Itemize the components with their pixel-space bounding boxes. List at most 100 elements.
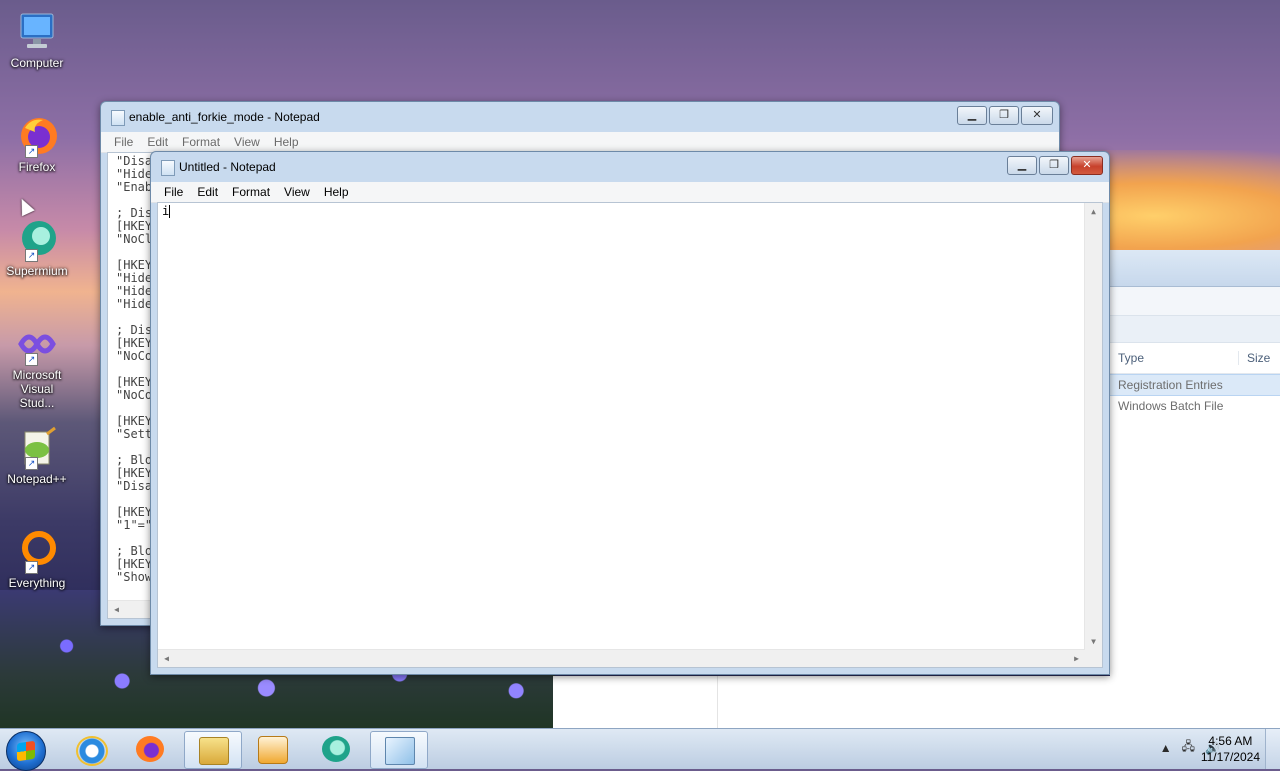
desktop-icon-label: Supermium xyxy=(6,264,68,278)
explorer-window-fragment: Type Size Registration Entries Windows B… xyxy=(1110,250,1280,728)
minimize-button[interactable]: ▁ xyxy=(1007,156,1037,175)
notepad-icon xyxy=(111,110,125,126)
desktop-icon-label: Everything xyxy=(8,576,66,590)
taskbar-firefox[interactable] xyxy=(122,731,178,767)
desktop-icon-notepadpp[interactable]: ↗ Notepad++ xyxy=(2,426,72,486)
start-button[interactable] xyxy=(6,731,46,771)
scroll-right-icon[interactable]: ▶ xyxy=(1068,650,1085,667)
desktop-icon-label: Firefox xyxy=(18,160,56,174)
editor-line: "NoCl xyxy=(116,232,153,246)
explorer-address-bar[interactable] xyxy=(1110,250,1280,287)
editor-text: "Disa "Hide "Enab; Dis [HKEY "NoCl [HKEY "Hide… xyxy=(108,153,152,584)
show-hidden-icons-icon[interactable]: ▲ xyxy=(1160,741,1172,755)
desktop-icon-everything[interactable]: ↗ Everything xyxy=(2,530,72,590)
menu-format[interactable]: Format xyxy=(225,182,277,202)
horizontal-scrollbar[interactable]: ◀ ▶ xyxy=(158,649,1085,667)
show-desktop-button[interactable] xyxy=(1265,729,1280,769)
menu-help[interactable]: Help xyxy=(267,132,306,152)
explorer-lower-pane xyxy=(553,676,1280,728)
editor-line: "1"=" xyxy=(116,518,153,532)
menu-format[interactable]: Format xyxy=(175,132,227,152)
column-header-size[interactable]: Size xyxy=(1239,351,1270,365)
window-title: Untitled - Notepad xyxy=(179,160,276,174)
column-header-type[interactable]: Type xyxy=(1110,351,1239,365)
menu-view[interactable]: View xyxy=(227,132,267,152)
shortcut-arrow-icon: ↗ xyxy=(25,457,38,470)
file-explorer-icon xyxy=(199,737,229,765)
editor-text: i xyxy=(162,204,170,218)
menu-bar: File Edit Format View Help xyxy=(101,132,1059,153)
desktop-icon-computer[interactable]: Computer xyxy=(2,10,72,70)
notepad-icon xyxy=(161,160,175,176)
window-titlebar[interactable]: Untitled - Notepad ▁ ❐ ✕ xyxy=(151,152,1109,182)
minimize-button[interactable]: ▁ xyxy=(957,106,987,125)
editor-line: "NoCo xyxy=(116,349,153,363)
file-row[interactable]: Windows Batch File xyxy=(1110,396,1280,416)
notepadpp-icon: ↗ xyxy=(15,426,59,470)
scroll-down-icon[interactable]: ▼ xyxy=(1085,633,1102,650)
menu-bar: File Edit Format View Help xyxy=(151,182,1109,203)
desktop-icon-label: Computer xyxy=(10,56,64,70)
supermium-icon xyxy=(322,736,350,762)
close-button[interactable]: ✕ xyxy=(1071,156,1103,175)
vertical-scrollbar[interactable]: ▲ ▼ xyxy=(1084,203,1102,650)
editor-line: "NoCo xyxy=(116,388,153,402)
editor-line: "Hide xyxy=(116,297,153,311)
visual-studio-icon: ↗ xyxy=(15,322,59,366)
menu-file[interactable]: File xyxy=(107,132,140,152)
text-editor[interactable]: i ▲ ▼ ◀ ▶ xyxy=(157,202,1103,668)
menu-help[interactable]: Help xyxy=(317,182,356,202)
editor-line: "Enab xyxy=(116,180,153,194)
network-icon[interactable]: 🖧 xyxy=(1182,737,1195,758)
text-caret xyxy=(169,205,171,218)
clock-time: 4:56 AM xyxy=(1208,734,1253,748)
firefox-icon: ↗ xyxy=(15,114,59,158)
editor-line: "Show xyxy=(116,570,153,584)
everything-icon: ↗ xyxy=(15,530,59,574)
supermium-icon: ↗ xyxy=(15,218,59,262)
computer-icon xyxy=(15,10,59,54)
window-title: enable_anti_forkie_mode - Notepad xyxy=(129,110,320,124)
shortcut-arrow-icon: ↗ xyxy=(25,145,38,158)
desktop-icon-visual-studio[interactable]: ↗ Microsoft Visual Stud... xyxy=(2,322,72,410)
media-player-icon xyxy=(258,736,288,764)
menu-edit[interactable]: Edit xyxy=(190,182,225,202)
close-button[interactable]: ✕ xyxy=(1021,106,1053,125)
explorer-toolbar xyxy=(1110,287,1280,316)
restore-button[interactable]: ❐ xyxy=(989,106,1019,125)
file-row[interactable]: Registration Entries xyxy=(1110,374,1280,396)
taskbar-media-player[interactable] xyxy=(244,731,300,767)
desktop-icon-label: Microsoft Visual Stud... xyxy=(12,368,62,410)
clock-date: 11/17/2024 xyxy=(1200,750,1260,764)
windows-logo-icon xyxy=(17,740,35,762)
window-titlebar[interactable]: enable_anti_forkie_mode - Notepad ▁ ❐ ✕ xyxy=(101,102,1059,132)
menu-edit[interactable]: Edit xyxy=(140,132,175,152)
desktop-icon-supermium[interactable]: ↗ Supermium xyxy=(2,218,72,278)
internet-explorer-icon xyxy=(76,736,108,766)
explorer-column-headers: Type Size xyxy=(1110,343,1280,374)
mouse-cursor-icon xyxy=(15,195,35,217)
size-grip[interactable] xyxy=(1085,650,1102,667)
menu-view[interactable]: View xyxy=(277,182,317,202)
taskbar: ▲ 🖧 🔊 4:56 AM 11/17/2024 xyxy=(0,728,1280,771)
shortcut-arrow-icon: ↗ xyxy=(25,353,38,366)
menu-file[interactable]: File xyxy=(157,182,190,202)
editor-line: "Sett xyxy=(116,427,153,441)
shortcut-arrow-icon: ↗ xyxy=(25,249,38,262)
notepad-icon xyxy=(385,737,415,765)
scroll-left-icon[interactable]: ◀ xyxy=(158,650,175,667)
explorer-commandbar xyxy=(1110,316,1280,343)
notepad-window-front[interactable]: Untitled - Notepad ▁ ❐ ✕ File Edit Forma… xyxy=(150,151,1110,675)
taskbar-file-explorer[interactable] xyxy=(184,731,242,769)
clock[interactable]: 4:56 AM 11/17/2024 xyxy=(1201,733,1260,765)
shortcut-arrow-icon: ↗ xyxy=(25,561,38,574)
scroll-left-icon[interactable]: ◀ xyxy=(108,601,125,618)
maximize-button[interactable]: ❐ xyxy=(1039,156,1069,175)
scroll-up-icon[interactable]: ▲ xyxy=(1085,203,1102,220)
taskbar-supermium[interactable] xyxy=(308,731,364,767)
taskbar-notepad[interactable] xyxy=(370,731,428,769)
taskbar-internet-explorer[interactable] xyxy=(62,731,118,767)
desktop-icon-label: Notepad++ xyxy=(7,472,67,486)
desktop-icon-firefox[interactable]: ↗ Firefox xyxy=(2,114,72,174)
editor-line: "Disa xyxy=(116,479,153,493)
